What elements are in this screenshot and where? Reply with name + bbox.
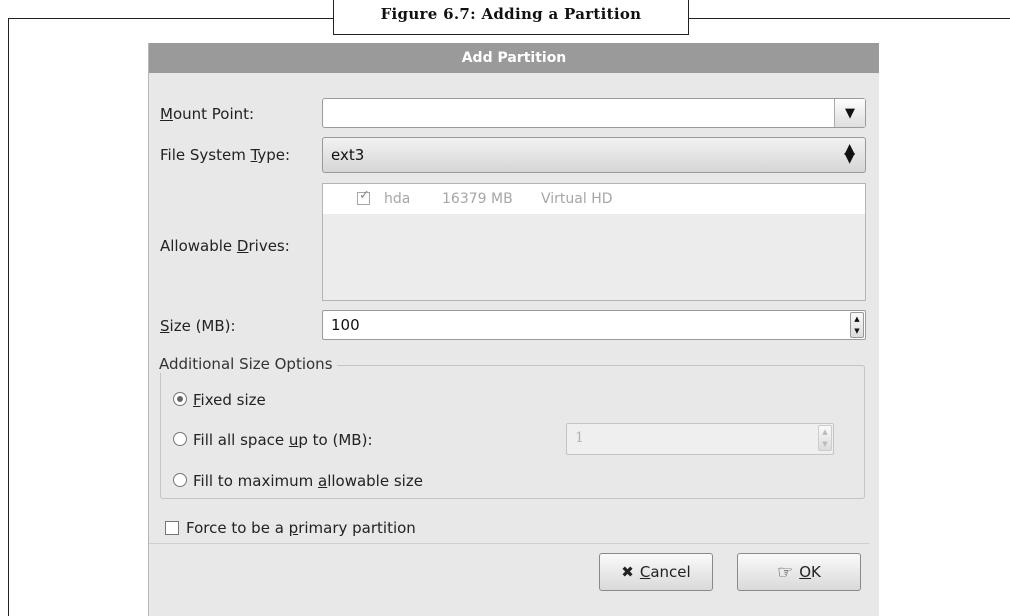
drive-size: 16379 MB xyxy=(442,191,513,207)
spin-down-icon[interactable]: ▼ xyxy=(854,327,859,335)
fill-upto-value[interactable]: 1 xyxy=(575,430,584,446)
figure-frame-line xyxy=(689,18,1010,19)
chevron-down-icon: ▼ xyxy=(845,105,855,121)
updown-arrows-icon: ▲ ▼ xyxy=(844,141,855,166)
fill-upto-radio[interactable] xyxy=(173,432,187,446)
fixed-size-label[interactable]: Fixed size xyxy=(193,391,266,409)
button-separator xyxy=(149,543,869,544)
spin-down-icon[interactable]: ▼ xyxy=(822,440,827,448)
dropdown-button[interactable]: ▼ xyxy=(834,99,865,127)
fill-max-label[interactable]: Fill to maximum allowable size xyxy=(193,472,423,490)
fill-max-radio[interactable] xyxy=(173,473,187,487)
checkmark-icon: ✓ xyxy=(359,188,370,203)
size-spinbox[interactable]: 100 ▲ ▼ xyxy=(322,310,866,340)
fill-upto-label[interactable]: Fill all space up to (MB): xyxy=(193,431,373,449)
fs-type-select[interactable]: ext3 ▲ ▼ xyxy=(322,137,866,173)
fill-upto-spinbox[interactable]: 1 ▲ ▼ xyxy=(566,423,834,455)
spin-up-icon[interactable]: ▲ xyxy=(854,315,859,323)
primary-label[interactable]: Force to be a primary partition xyxy=(186,519,416,537)
cancel-x-icon: ✖ xyxy=(621,563,634,581)
size-label: Size (MB): xyxy=(160,317,236,335)
spin-buttons[interactable]: ▲ ▼ xyxy=(850,312,864,338)
dialog-title: Add Partition xyxy=(149,43,879,73)
drives-list: ✓ hda 16379 MB Virtual HD xyxy=(322,183,866,301)
add-partition-dialog: Add Partition Mount Point: ▼ File System… xyxy=(148,43,879,616)
drive-name: hda xyxy=(384,191,411,207)
primary-checkbox[interactable] xyxy=(165,521,179,535)
ok-label: OK xyxy=(799,563,821,581)
fs-type-value: ext3 xyxy=(331,146,365,164)
fs-type-label: File System Type: xyxy=(160,146,291,164)
ok-button[interactable]: ☞ OK xyxy=(737,553,861,591)
cancel-button[interactable]: ✖ Cancel xyxy=(599,553,713,591)
size-options-title: Additional Size Options xyxy=(159,355,337,373)
fixed-size-radio[interactable] xyxy=(173,392,187,406)
mount-point-label: Mount Point: xyxy=(160,105,255,123)
figure-caption: Figure 6.7: Adding a Partition xyxy=(333,0,689,35)
spin-up-icon[interactable]: ▲ xyxy=(822,428,827,436)
figure-frame-line xyxy=(8,18,333,19)
spin-buttons[interactable]: ▲ ▼ xyxy=(818,425,832,451)
size-value[interactable]: 100 xyxy=(331,316,360,334)
ok-hand-icon: ☞ xyxy=(777,561,794,583)
allowable-drives-label: Allowable Drives: xyxy=(160,237,290,255)
drive-model: Virtual HD xyxy=(541,191,613,207)
cancel-label: Cancel xyxy=(639,563,691,581)
drive-row[interactable]: ✓ hda 16379 MB Virtual HD xyxy=(323,184,865,214)
drive-checkbox[interactable]: ✓ xyxy=(357,188,370,205)
mount-point-combo[interactable]: ▼ xyxy=(322,98,866,128)
figure-frame-line xyxy=(8,18,9,616)
